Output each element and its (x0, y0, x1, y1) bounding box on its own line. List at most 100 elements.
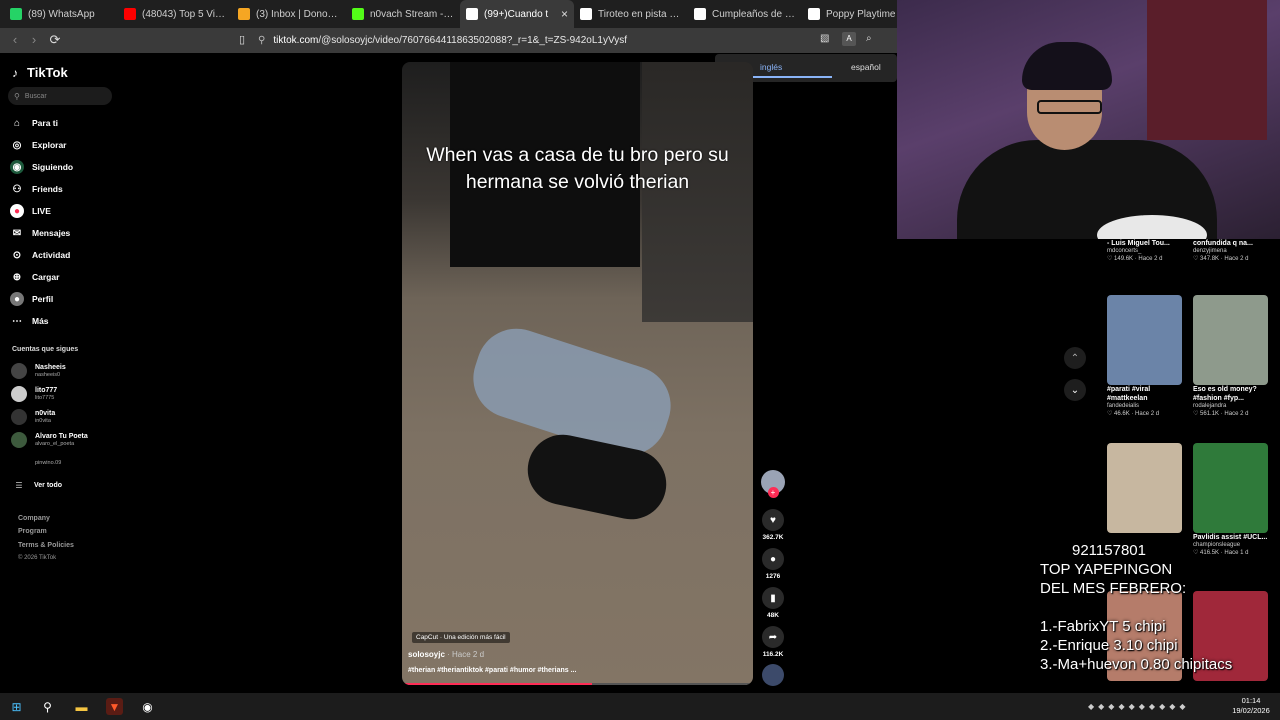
sidebar-item-label: Explorar (32, 140, 67, 150)
footer-program[interactable]: Program (18, 528, 47, 535)
follow-plus-icon[interactable]: + (767, 487, 779, 498)
browser-tab-label: (89) WhatsApp (28, 8, 95, 20)
related-video-title: Eso es old money? #fashion #fyp... (1193, 386, 1257, 402)
related-video-card[interactable]: - Luis Miguel Tou... mdconcerts_ ♡ 149.6K … (1107, 239, 1185, 262)
video-player[interactable]: When vas a casa de tu bro pero su herman… (402, 62, 753, 685)
sidebar-item-friends[interactable]: ⚇ Friends (10, 180, 63, 198)
browser-tab[interactable]: Tiroteo en pista de hie (574, 0, 688, 28)
video-thumbnail[interactable] (1193, 295, 1268, 385)
footer-company[interactable]: Company (18, 515, 50, 522)
avatar (11, 386, 27, 402)
video-author[interactable]: solosoyjc · Hace 2 d (408, 650, 484, 659)
browser-tab[interactable]: (48043) Top 5 Videos I (118, 0, 232, 28)
avatar (11, 363, 27, 379)
footer-terms[interactable]: Terms & Policies (18, 542, 74, 549)
related-video-card[interactable]: #parati #viral #mattkeelan fandedeialis ♡ … (1107, 295, 1185, 417)
video-hashtags[interactable]: #therian #theriantiktok #parati #humor #… (408, 667, 576, 674)
search-placeholder: Buscar (24, 92, 47, 100)
clock-time: 01:14 (1241, 696, 1261, 705)
music-disc[interactable] (760, 664, 786, 686)
capcut-badge[interactable]: CapCut · Una edición más fácil (412, 632, 510, 643)
see-all-link[interactable]: ☰ Ver todo (11, 481, 62, 490)
tiktok-logo[interactable]: ♪ TikTok (12, 65, 68, 80)
share-icon: ➦ (762, 626, 784, 648)
forward-icon[interactable]: › (24, 32, 44, 47)
back-icon[interactable]: ‹ (5, 32, 25, 47)
creator-avatar[interactable]: + (760, 470, 786, 498)
browser-tab[interactable]: n0vach Stream - Watch (346, 0, 460, 28)
browser-tab[interactable]: (99+)Cuando t × (460, 0, 574, 28)
see-all-label: Ver todo (34, 481, 63, 489)
home-icon: ⌂ (13, 117, 21, 129)
sidebar-item-perfil[interactable]: ● Perfil (10, 290, 53, 308)
translate-option-english[interactable]: inglés (760, 62, 782, 72)
bookmark-icon[interactable]: ▯ (232, 33, 252, 46)
browser-tab[interactable]: Cumpleaños de Vitteri (688, 0, 802, 28)
related-video-card[interactable]: confundida q na... denzyjimena ♡ 347.8K · … (1193, 239, 1271, 262)
video-thumbnail[interactable] (1107, 295, 1182, 385)
following-account[interactable]: lito777 lito7775 (11, 386, 57, 402)
address-bar: ‹ › ⟳ ▯ ⚲ tiktok.com/@solosoyjc/video/76… (0, 28, 897, 53)
bookmark-icon: ▮ (762, 587, 784, 609)
search-input[interactable]: ⚲ Buscar (8, 87, 112, 105)
following-account[interactable]: Nasheeis nasheeis0 (11, 363, 66, 379)
previous-video-button[interactable]: ⌃ (1064, 347, 1086, 369)
comment-icon: ● (762, 548, 784, 570)
sidebar-item-parati[interactable]: ⌂ Para ti (10, 114, 58, 132)
browser-tab[interactable]: (3) Inbox | Donoclip (232, 0, 346, 28)
search-icon[interactable]: ⚲ (39, 698, 56, 715)
system-tray-icons[interactable]: ◆◆◆◆◆◆◆◆◆◆ (1088, 702, 1190, 711)
sidebar-item-siguiendo[interactable]: ◉ Siguiendo (10, 158, 73, 176)
reload-icon[interactable]: ⟳ (45, 32, 65, 48)
following-title: Cuentas que sigues (12, 346, 79, 353)
like-button[interactable]: ♥ 362.7K (760, 509, 786, 541)
obs-icon[interactable]: ◉ (139, 698, 156, 715)
reader-icon[interactable]: ▧ (820, 33, 829, 44)
related-video-card[interactable]: Eso es old money? #fashion #fyp... rodale… (1193, 295, 1271, 417)
video-thumbnail[interactable] (1193, 443, 1268, 533)
following-account[interactable]: pinwino.09 (11, 455, 61, 471)
avatar (11, 455, 27, 471)
video-time: · Hace 2 d (447, 650, 485, 659)
next-video-button[interactable]: ⌄ (1064, 379, 1086, 401)
sidebar-item-label: LIVE (32, 206, 51, 216)
following-account-text: lito777 lito7775 (35, 387, 57, 402)
following-account-handle: alvaro_el_poeta (35, 440, 75, 447)
sidebar-item-mensajes[interactable]: ✉ Mensajes (10, 224, 70, 242)
browser-tab[interactable]: (89) WhatsApp (4, 0, 118, 28)
video-progress[interactable] (402, 683, 753, 685)
save-button[interactable]: ▮ 48K (760, 587, 786, 619)
close-tab-icon[interactable]: × (561, 7, 568, 21)
sidebar-item-explorar[interactable]: ◎ Explorar (10, 136, 67, 154)
overlay-line-1: TOP YAPEPINGON (1040, 561, 1173, 578)
related-video-card[interactable]: Pavlidis assist #UCL... championsleague ♡ … (1193, 443, 1271, 556)
related-video-user: denzyjimena (1193, 248, 1227, 254)
site-info-icon[interactable]: ⚲ (258, 35, 265, 46)
tiktok-icon (466, 8, 478, 20)
live-icon: ● (10, 204, 24, 218)
share-button[interactable]: ➦ 116.2K (760, 626, 786, 658)
translate-icon[interactable]: A (842, 32, 856, 46)
following-account[interactable]: n0vita in0vita (11, 409, 55, 425)
following-account[interactable]: Alvaro Tu Poeta alvaro_el_poeta (11, 432, 88, 448)
comment-button[interactable]: ● 1276 (760, 548, 786, 580)
sidebar-item-live[interactable]: ● LIVE (10, 202, 51, 220)
sidebar-item-actividad[interactable]: ⊙ Actividad (10, 246, 70, 264)
sidebar-item-ms[interactable]: ⋯ Más (10, 312, 49, 330)
windows-start-icon[interactable]: ⊞ (8, 698, 25, 715)
tiktok-note-icon: ♪ (12, 66, 18, 80)
brave-browser-icon[interactable]: ▼ (106, 698, 123, 715)
sidebar-item-label: Friends (32, 184, 63, 194)
taskbar-clock[interactable]: 01:14 19/02/2026 (1226, 696, 1276, 716)
related-video-card[interactable] (1107, 443, 1185, 534)
like-count: 362.7K (762, 534, 784, 541)
url-field[interactable]: ⚲ tiktok.com/@solosoyjc/video/7607664411… (258, 31, 888, 50)
translate-option-spanish[interactable]: español (851, 62, 881, 72)
sidebar-item-cargar[interactable]: ⊕ Cargar (10, 268, 60, 286)
zoom-icon[interactable]: ⌕ (866, 33, 872, 44)
video-thumbnail[interactable] (1107, 443, 1182, 533)
related-video-user: mdconcerts_ (1107, 248, 1142, 254)
sidebar-item-label: Siguiendo (32, 162, 74, 172)
file-explorer-icon[interactable]: ▬ (73, 698, 90, 715)
logo-text: TikTok (27, 65, 68, 80)
